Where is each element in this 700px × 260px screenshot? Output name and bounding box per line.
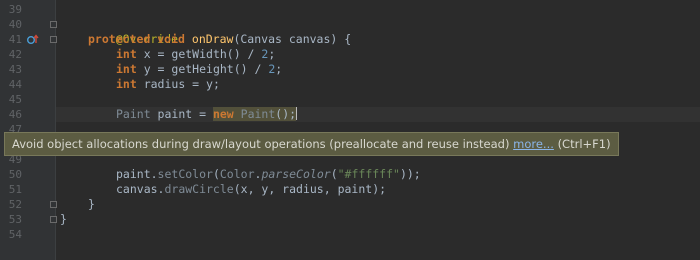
code-line-53: }: [60, 212, 67, 227]
code-line-44: int radius = y;: [116, 77, 220, 92]
code-text: x = getWidth() /: [136, 47, 262, 61]
code-text: (: [212, 167, 220, 181]
code-text: radius = y;: [136, 77, 220, 91]
line-number: 39: [8, 3, 22, 16]
line-number: 50: [8, 168, 22, 181]
line-number: 46: [8, 108, 22, 121]
code-line-46: Paint paint = new Paint();: [116, 107, 298, 122]
keyword: protected: [88, 32, 151, 46]
more-link[interactable]: more...: [513, 137, 554, 151]
string-literal: "#ffffff": [337, 167, 400, 181]
lint-warning-tooltip: Avoid object allocations during draw/lay…: [4, 132, 619, 156]
line-number: 43: [8, 63, 22, 76]
line-number: 45: [8, 93, 22, 106]
code-text: ;: [268, 47, 276, 61]
line-number: 54: [8, 228, 22, 241]
tooltip-shortcut: (Ctrl+F1): [557, 137, 611, 151]
code-text: y = getHeight() /: [136, 62, 269, 76]
code-text: ));: [399, 167, 421, 181]
code-text: (: [330, 167, 338, 181]
code-text: ;: [275, 62, 283, 76]
code-line-50: paint.setColor(Color.parseColor("#ffffff…: [116, 167, 421, 182]
text-caret: [296, 107, 298, 120]
closing-brace: }: [60, 212, 67, 226]
override-method-icon[interactable]: [27, 34, 39, 50]
editor-gutter: 39 40 41 42 43 44 45 46 47 48 49 50 51 5…: [0, 0, 57, 260]
code-text: paint.: [116, 167, 158, 181]
code-line-52: }: [88, 197, 95, 212]
code-text: paint =: [150, 107, 213, 121]
method-name: onDraw: [191, 32, 234, 46]
method-name: setColor: [157, 167, 213, 181]
constructor-name: Paint: [240, 107, 276, 121]
line-number: 53: [8, 213, 22, 226]
class-name: Color: [219, 167, 255, 181]
code-text: canvas) {: [281, 32, 352, 46]
closing-brace: }: [88, 197, 95, 211]
code-text: (x, y, radius, paint);: [233, 182, 387, 196]
type-name: Canvas: [240, 32, 282, 46]
method-name: drawCircle: [164, 182, 234, 196]
tooltip-message: Avoid object allocations during draw/lay…: [12, 137, 510, 151]
keyword: int: [116, 77, 137, 91]
keyword: new: [212, 107, 234, 121]
keyword: int: [116, 62, 137, 76]
line-number: 40: [8, 18, 22, 31]
line-number: 41: [8, 33, 22, 46]
code-editor[interactable]: @Override protected void onDraw(Canvas c…: [56, 0, 700, 260]
keyword: void: [157, 32, 185, 46]
static-method-name: parseColor: [261, 167, 331, 181]
line-number: 44: [8, 78, 22, 91]
code-line-42: int x = getWidth() / 2;: [116, 47, 275, 62]
line-number: 42: [8, 48, 22, 61]
code-text: canvas.: [116, 182, 165, 196]
type-name: Paint: [116, 107, 151, 121]
code-line-51: canvas.drawCircle(x, y, radius, paint);: [116, 182, 386, 197]
code-line-43: int y = getHeight() / 2;: [116, 62, 282, 77]
line-number: 51: [8, 183, 22, 196]
line-number: 52: [8, 198, 22, 211]
keyword: int: [116, 47, 137, 61]
code-line-41: protected void onDraw(Canvas canvas) {: [88, 32, 351, 47]
code-text: ();: [275, 107, 297, 121]
